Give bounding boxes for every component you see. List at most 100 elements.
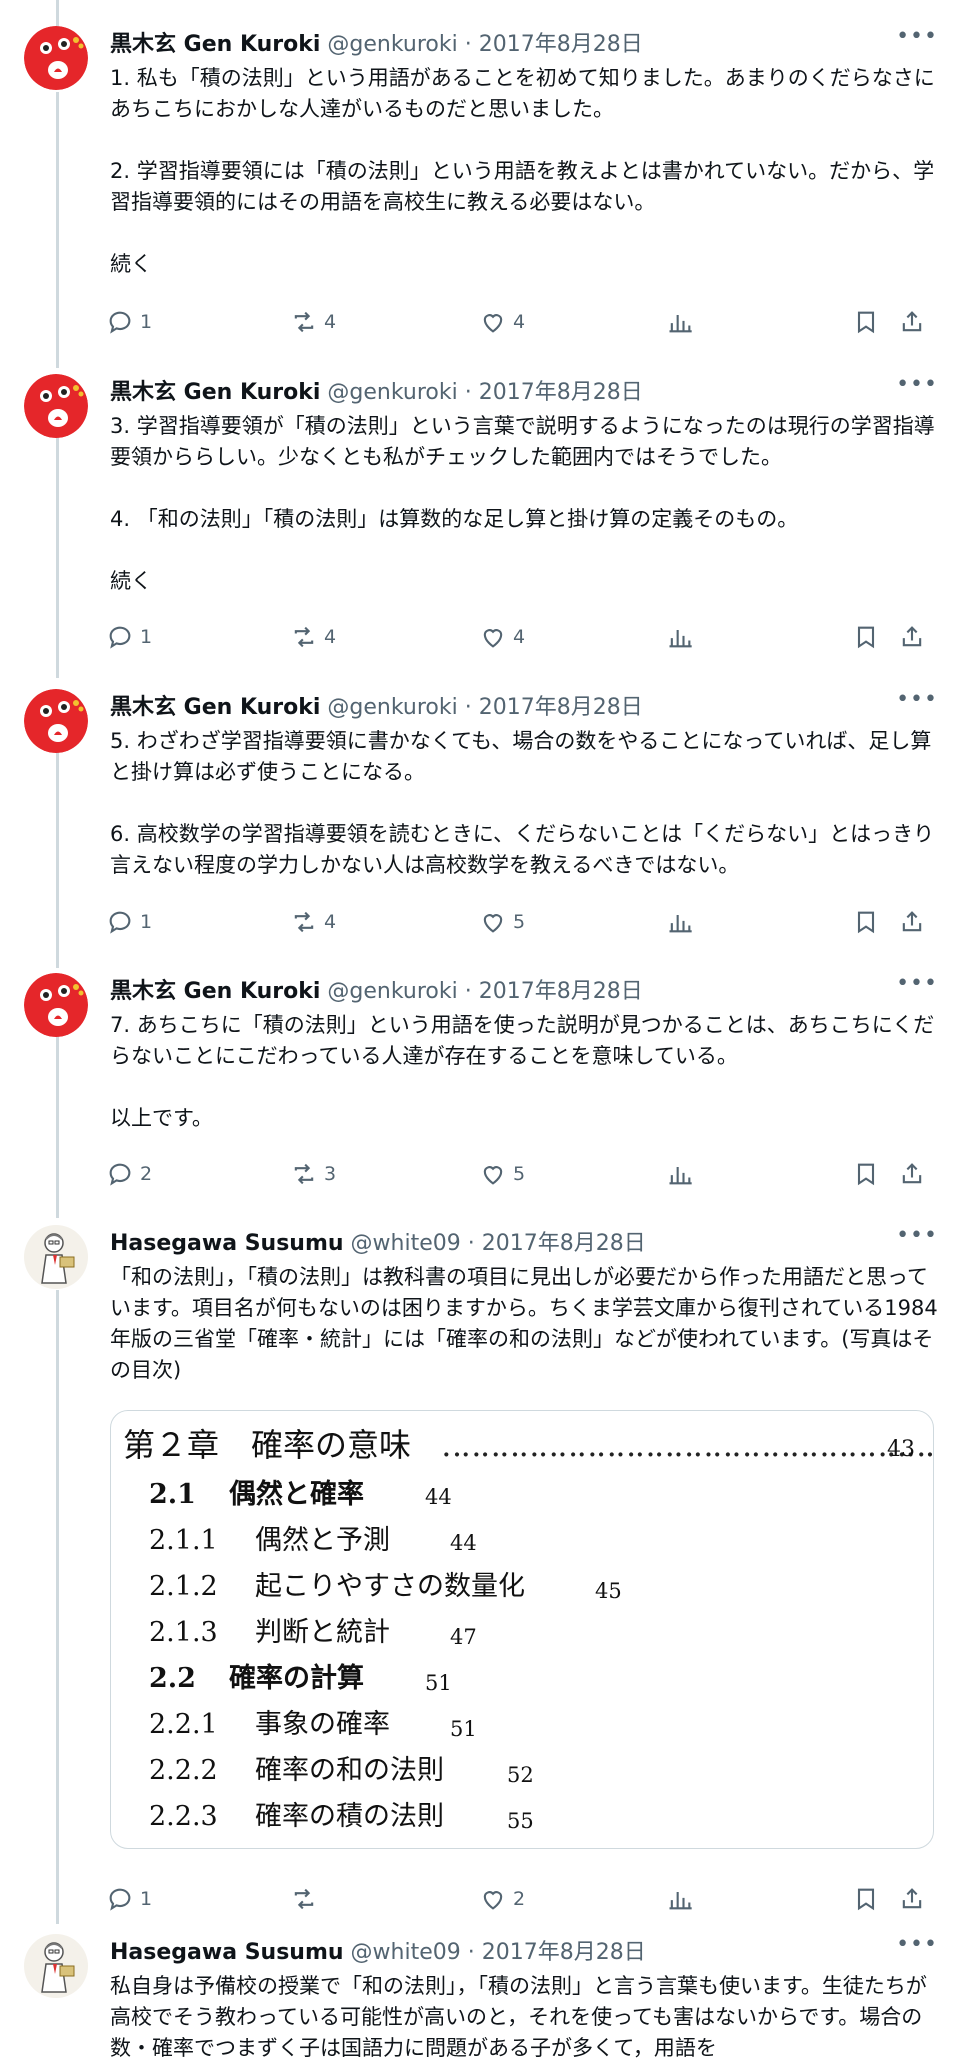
author-name[interactable]: 黒木玄 Gen Kuroki [110, 695, 320, 720]
author-name[interactable]: 黒木玄 Gen Kuroki [110, 32, 320, 57]
share-button[interactable] [898, 620, 926, 654]
more-icon[interactable]: ••• [896, 1932, 938, 1957]
tweet-date[interactable]: 2017年8月28日 [479, 380, 643, 405]
more-icon[interactable]: ••• [896, 971, 938, 996]
author-name[interactable]: 黒木玄 Gen Kuroki [110, 380, 320, 405]
more-icon[interactable]: ••• [896, 24, 938, 49]
reply-button[interactable]: 1 [106, 1882, 152, 1916]
share-icon [902, 311, 922, 332]
toc-row-title: 偶然と予測 [255, 1525, 390, 1556]
author-handle[interactable]: @white09 [351, 1940, 461, 1965]
share-button[interactable] [898, 1882, 926, 1916]
retweet-button[interactable]: 4 [290, 620, 336, 654]
more-icon[interactable]: ••• [896, 1223, 938, 1248]
views-button[interactable] [666, 305, 694, 339]
tweet-text: 3. 学習指導要領が「積の法則」という言葉で説明するようになったのは現行の学習指… [110, 414, 935, 593]
avatar[interactable] [24, 374, 88, 438]
share-button[interactable] [898, 1157, 926, 1191]
retweet-count: 4 [324, 911, 337, 933]
views-button[interactable] [666, 1882, 694, 1916]
reply-button[interactable]: 1 [106, 305, 152, 339]
avatar[interactable] [24, 973, 88, 1037]
bookmark-button[interactable] [852, 620, 880, 654]
views-icon [669, 630, 692, 648]
reply-button[interactable]: 1 [106, 620, 152, 654]
reply-icon [109, 1163, 131, 1186]
author-handle[interactable]: @white09 [351, 1231, 461, 1256]
author-handle[interactable]: @genkuroki [327, 380, 457, 405]
bookmark-button[interactable] [852, 305, 880, 339]
toc-row-page: 52 [507, 1763, 534, 1787]
tweet-text: 1. 私も「積の法則」という用語があることを初めて知りました。あまりのくだらなさ… [110, 66, 935, 276]
views-icon [669, 1892, 692, 1910]
avatar[interactable] [24, 689, 88, 753]
bookmark-button[interactable] [852, 905, 880, 939]
more-icon[interactable]: ••• [896, 372, 938, 397]
retweet-button[interactable] [290, 1882, 324, 1916]
views-icon [669, 915, 692, 933]
like-count: 4 [513, 311, 526, 333]
author-handle[interactable]: @genkuroki [327, 32, 457, 57]
retweet-button[interactable]: 4 [290, 305, 336, 339]
author-name[interactable]: Hasegawa Susumu [110, 1231, 344, 1256]
like-button[interactable]: 4 [479, 620, 525, 654]
toc-row-title: 確率の和の法則 [255, 1755, 444, 1786]
tweet-header: 黒木玄 Gen Kuroki @genkuroki · 2017年8月28日 [110, 376, 938, 410]
thread-line [56, 722, 59, 968]
dot-separator: · [464, 979, 472, 1004]
toc-leader-dots: ‥‥‥‥‥‥‥‥‥‥‥‥‥‥‥‥‥‥‥‥‥‥‥‥‥‥ [441, 1426, 934, 1464]
author-handle[interactable]: @genkuroki [327, 979, 457, 1004]
thread-line [56, 408, 59, 678]
tweet-date[interactable]: 2017年8月28日 [482, 1231, 646, 1256]
retweet-button[interactable]: 3 [290, 1157, 336, 1191]
author-name[interactable]: Hasegawa Susumu [110, 1940, 344, 1965]
reply-count: 1 [140, 626, 153, 648]
reply-button[interactable]: 2 [106, 1157, 152, 1191]
like-button[interactable]: 5 [479, 1157, 525, 1191]
bookmark-button[interactable] [852, 1157, 880, 1191]
like-icon [483, 1166, 503, 1185]
views-button[interactable] [666, 1157, 694, 1191]
kuroki-avatar-icon [24, 26, 88, 90]
reply-count: 1 [140, 911, 153, 933]
tweet-date[interactable]: 2017年8月28日 [479, 695, 643, 720]
like-count: 5 [513, 911, 526, 933]
tweet-image-toc[interactable]: 第２章 確率の意味 ‥‥‥‥‥‥‥‥‥‥‥‥‥‥‥‥‥‥‥‥‥‥‥‥‥‥ 43 … [110, 1410, 934, 1849]
avatar[interactable] [24, 1934, 88, 1998]
toc-row-page: 51 [450, 1717, 477, 1741]
bookmark-icon [857, 311, 875, 334]
like-button[interactable]: 2 [479, 1882, 525, 1916]
reply-count: 1 [140, 311, 153, 333]
like-button[interactable]: 5 [479, 905, 525, 939]
toc-row-page: 51 [425, 1671, 452, 1695]
dot-separator: · [464, 380, 472, 405]
kuroki-avatar-icon [24, 374, 88, 438]
toc-row-title: 事象の確率 [255, 1709, 390, 1740]
tweet-date[interactable]: 2017年8月28日 [479, 979, 643, 1004]
tweet-date[interactable]: 2017年8月28日 [482, 1940, 646, 1965]
reply-icon [109, 911, 131, 934]
toc-row-page: 44 [425, 1485, 452, 1509]
retweet-button[interactable]: 4 [290, 905, 336, 939]
author-name[interactable]: 黒木玄 Gen Kuroki [110, 979, 320, 1004]
tweet-date[interactable]: 2017年8月28日 [479, 32, 643, 57]
share-button[interactable] [898, 905, 926, 939]
like-button[interactable]: 4 [479, 305, 525, 339]
bookmark-button[interactable] [852, 1882, 880, 1916]
tweet-actions: 1 2 [106, 1882, 942, 1916]
share-button[interactable] [898, 305, 926, 339]
views-button[interactable] [666, 905, 694, 939]
retweet-count: 4 [324, 311, 337, 333]
toc-row-num: 2.1.3 [149, 1617, 218, 1648]
author-handle[interactable]: @genkuroki [327, 695, 457, 720]
more-icon[interactable]: ••• [896, 687, 938, 712]
reply-count: 1 [140, 1888, 153, 1910]
tweet-text: 7. あちこちに「積の法則」という用語を使った説明が見つかることは、あちこちにく… [110, 1013, 935, 1130]
views-icon [669, 315, 692, 333]
retweet-count: 3 [324, 1163, 337, 1185]
views-button[interactable] [666, 620, 694, 654]
reply-button[interactable]: 1 [106, 905, 152, 939]
avatar[interactable] [24, 26, 88, 90]
like-icon [483, 1891, 503, 1910]
avatar[interactable] [24, 1225, 88, 1289]
